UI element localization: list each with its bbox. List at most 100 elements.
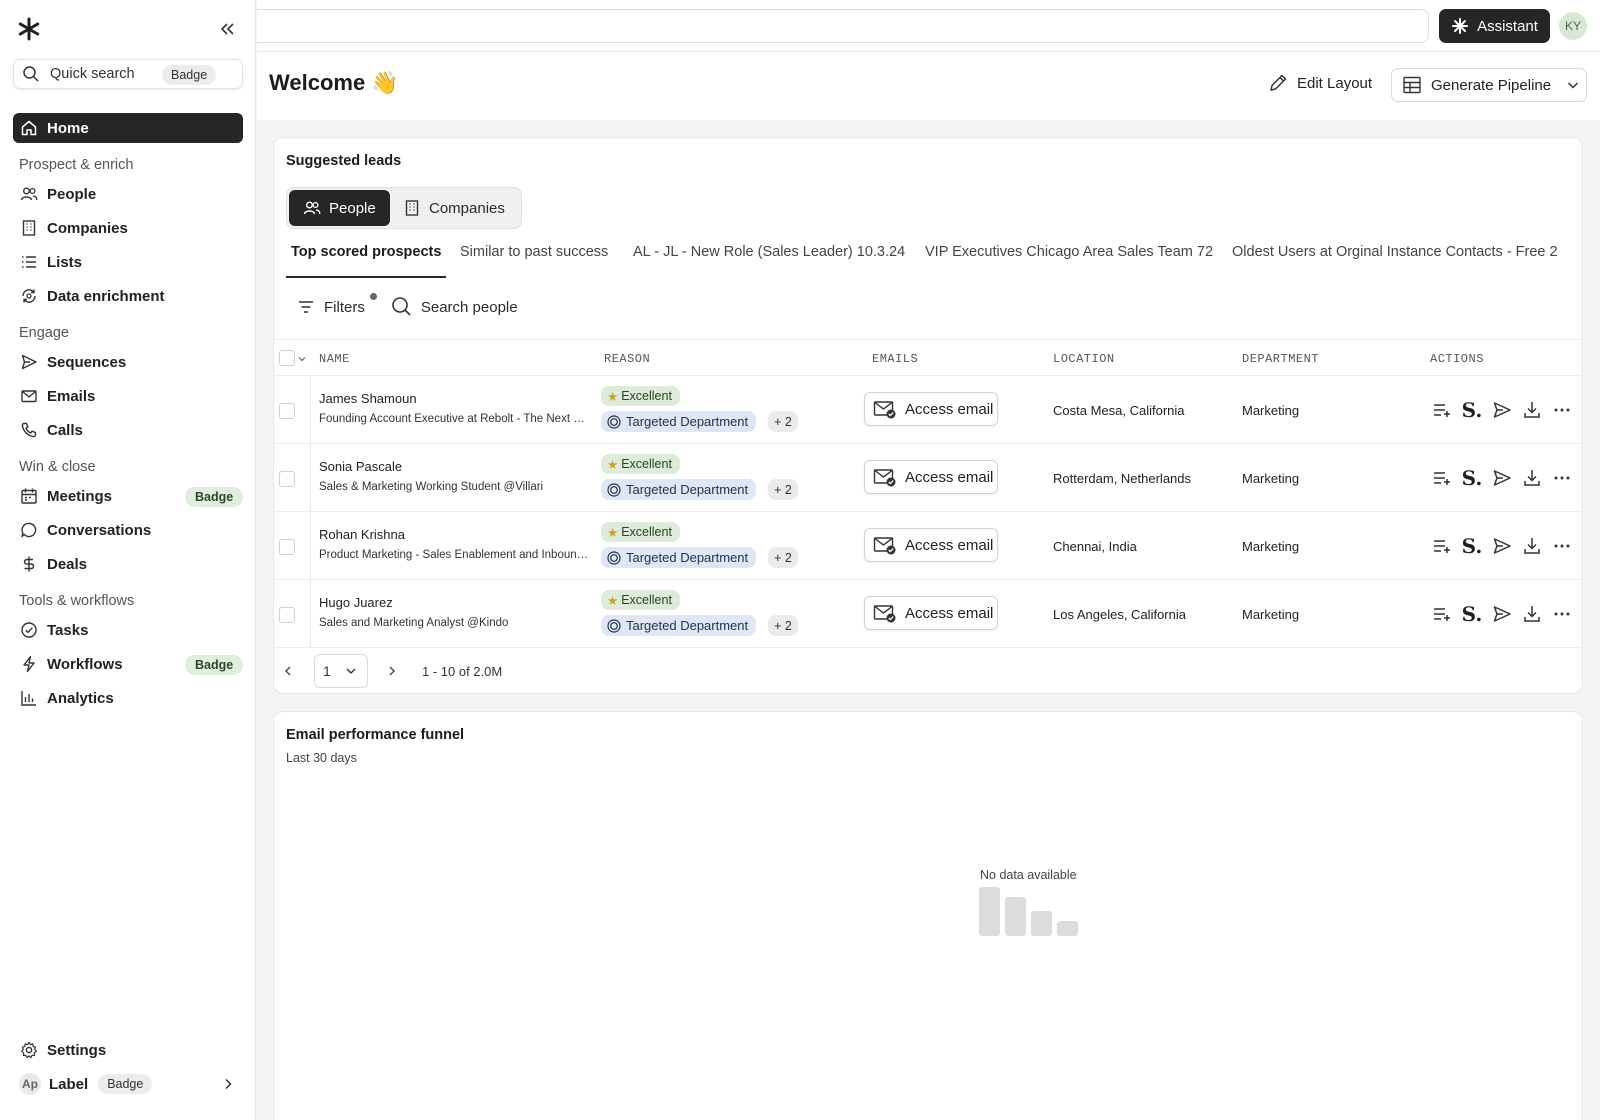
generate-pipeline-dropdown[interactable]: Generate Pipeline — [1391, 68, 1587, 102]
col-location[interactable]: LOCATION — [1053, 352, 1115, 366]
account-label: Label — [49, 1075, 89, 1093]
assistant-button[interactable]: Assistant — [1439, 9, 1550, 43]
meetings-badge: Badge — [185, 487, 244, 507]
access-email-button[interactable]: Access email — [864, 596, 998, 630]
tab-al-jl-new-role[interactable]: AL - JL - New Role (Sales Leader) 10.3.2… — [633, 244, 905, 278]
segment-companies-label: Companies — [429, 199, 505, 217]
search-people-input[interactable]: Search people — [421, 299, 518, 316]
row-checkbox[interactable] — [279, 539, 295, 555]
gear-icon — [19, 1040, 39, 1060]
global-search-input[interactable] — [257, 9, 1429, 43]
score-badge: ★ Excellent — [601, 454, 680, 474]
download-icon[interactable] — [1521, 603, 1543, 625]
sidebar-item-meetings[interactable]: Meetings Badge — [13, 481, 244, 511]
sidebar-item-conversations[interactable]: Conversations — [13, 515, 243, 545]
row-checkbox[interactable] — [279, 607, 295, 623]
more-options-icon[interactable] — [1551, 467, 1573, 489]
sequence-s-icon[interactable]: S. — [1461, 398, 1483, 422]
sidebar-item-settings[interactable]: Settings — [13, 1035, 243, 1065]
sidebar-item-data-enrichment[interactable]: Data enrichment — [13, 281, 243, 311]
tab-similar-success[interactable]: Similar to past success — [460, 244, 608, 278]
table-row[interactable]: James Shamoun Founding Account Executive… — [274, 376, 1582, 444]
chevron-down-icon — [346, 668, 356, 674]
access-email-button[interactable]: Access email — [864, 528, 998, 562]
add-to-list-icon[interactable] — [1431, 535, 1453, 557]
more-options-icon[interactable] — [1551, 535, 1573, 557]
chevron-left-icon[interactable] — [282, 665, 294, 677]
row-divider — [310, 376, 311, 444]
download-icon[interactable] — [1521, 535, 1543, 557]
sidebar-item-label: Workflows — [47, 655, 123, 673]
mail-check-icon — [873, 537, 896, 555]
filter-icon[interactable] — [296, 297, 316, 317]
person-title: Sales & Marketing Working Student @Villa… — [319, 481, 544, 493]
more-reasons-badge[interactable]: + 2 — [768, 615, 798, 636]
reason-badge: Targeted Department — [601, 615, 757, 636]
table-row[interactable]: Sonia Pascale Sales & Marketing Working … — [274, 444, 1582, 512]
access-email-button[interactable]: Access email — [864, 392, 998, 426]
sidebar-footer-account[interactable]: Ap Label Badge — [13, 1069, 243, 1099]
more-options-icon[interactable] — [1551, 603, 1573, 625]
sidebar-item-emails[interactable]: Emails — [13, 381, 243, 411]
send-icon[interactable] — [1491, 467, 1513, 489]
sidebar-item-companies[interactable]: Companies — [13, 213, 243, 243]
quick-search[interactable]: Quick search Badge — [13, 59, 243, 89]
send-icon[interactable] — [1491, 399, 1513, 421]
col-department[interactable]: DEPARTMENT — [1242, 352, 1319, 366]
send-icon[interactable] — [1491, 535, 1513, 557]
more-options-icon[interactable] — [1551, 399, 1573, 421]
sidebar-item-tasks[interactable]: Tasks — [13, 615, 243, 645]
segment-companies[interactable]: Companies — [403, 190, 505, 226]
more-reasons-badge[interactable]: + 2 — [768, 411, 798, 432]
tab-vip-executives[interactable]: VIP Executives Chicago Area Sales Team 7… — [925, 244, 1213, 278]
pencil-icon — [1270, 74, 1287, 91]
sidebar-item-people[interactable]: People — [13, 179, 243, 209]
tab-top-scored[interactable]: Top scored prospects — [286, 244, 447, 278]
edit-layout-button[interactable]: Edit Layout — [1267, 72, 1372, 94]
sequence-s-icon[interactable]: S. — [1461, 602, 1483, 626]
person-name[interactable]: James Shamoun — [319, 391, 417, 406]
collapse-sidebar-icon[interactable] — [216, 18, 238, 40]
sidebar-item-analytics[interactable]: Analytics — [13, 683, 243, 713]
col-name[interactable]: NAME — [319, 352, 350, 366]
person-name[interactable]: Sonia Pascale — [319, 459, 402, 474]
sidebar-item-home[interactable]: Home — [13, 113, 243, 143]
add-to-list-icon[interactable] — [1431, 467, 1453, 489]
row-checkbox[interactable] — [279, 403, 295, 419]
chevron-right-icon[interactable] — [386, 665, 398, 677]
sidebar-item-workflows[interactable]: Workflows Badge — [13, 649, 244, 679]
reason-badge: Targeted Department — [601, 547, 757, 568]
star-icon: ★ — [607, 593, 619, 608]
person-name[interactable]: Rohan Krishna — [319, 527, 405, 542]
segment-people[interactable]: People — [289, 190, 390, 226]
col-reason[interactable]: REASON — [604, 352, 650, 366]
page-select[interactable]: 1 — [314, 654, 368, 688]
access-email-button[interactable]: Access email — [864, 460, 998, 494]
sidebar-item-lists[interactable]: Lists — [13, 247, 243, 277]
row-checkbox[interactable] — [279, 471, 295, 487]
sidebar-item-deals[interactable]: Deals — [13, 549, 243, 579]
sequence-s-icon[interactable]: S. — [1461, 534, 1483, 558]
calendar-icon — [19, 486, 39, 506]
person-name[interactable]: Hugo Juarez — [319, 595, 393, 610]
sidebar-item-sequences[interactable]: Sequences — [13, 347, 243, 377]
download-icon[interactable] — [1521, 399, 1543, 421]
add-to-list-icon[interactable] — [1431, 399, 1453, 421]
user-avatar[interactable]: KY — [1559, 12, 1587, 40]
chevron-down-icon[interactable] — [298, 355, 306, 363]
more-reasons-badge[interactable]: + 2 — [768, 547, 798, 568]
table-row[interactable]: Rohan Krishna Product Marketing - Sales … — [274, 512, 1582, 580]
sequence-s-icon[interactable]: S. — [1461, 466, 1483, 490]
tab-oldest-users[interactable]: Oldest Users at Orginal Instance Contact… — [1232, 244, 1558, 278]
col-emails[interactable]: EMAILS — [872, 352, 918, 366]
send-icon[interactable] — [1491, 603, 1513, 625]
download-icon[interactable] — [1521, 467, 1543, 489]
sidebar-item-calls[interactable]: Calls — [13, 415, 243, 445]
table-row[interactable]: Hugo Juarez Sales and Marketing Analyst … — [274, 580, 1582, 648]
add-to-list-icon[interactable] — [1431, 603, 1453, 625]
select-all-checkbox[interactable] — [279, 350, 295, 366]
logo-icon[interactable] — [16, 16, 42, 42]
filters-button[interactable]: Filters — [324, 299, 365, 316]
more-reasons-badge[interactable]: + 2 — [768, 479, 798, 500]
target-icon — [607, 482, 621, 497]
